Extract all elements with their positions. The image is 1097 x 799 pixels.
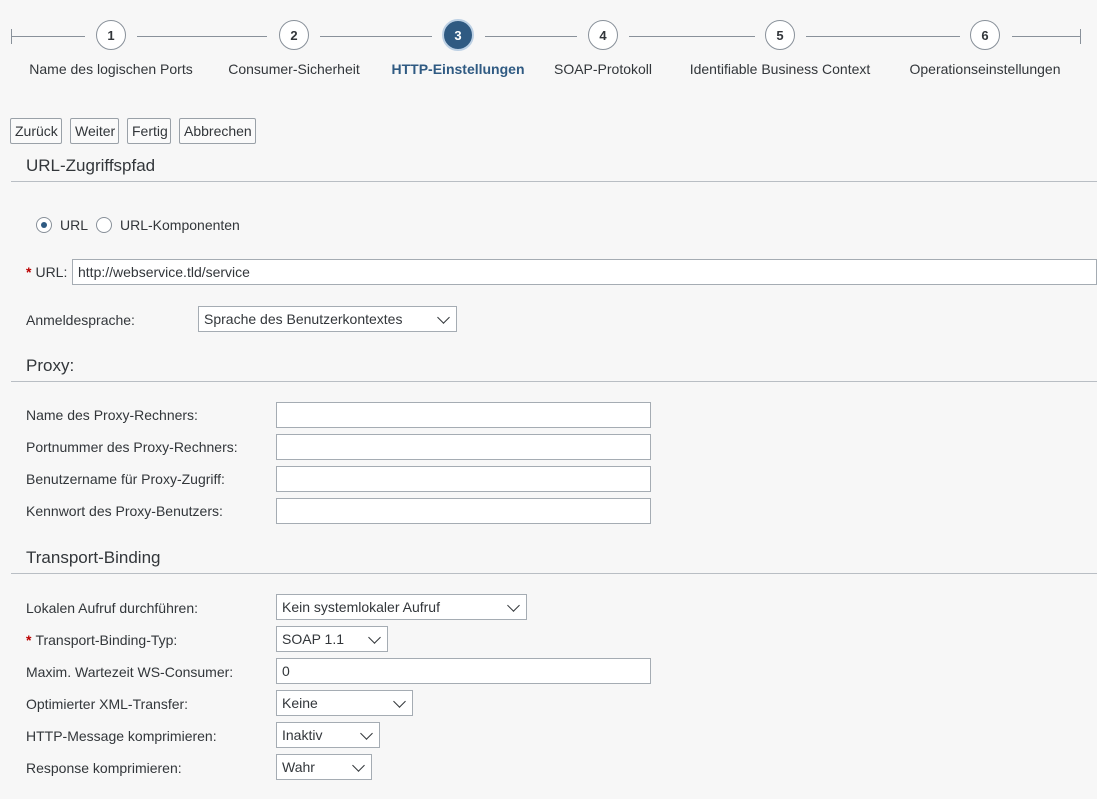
logon-language-select[interactable]: Sprache des Benutzerkontextes xyxy=(198,306,457,332)
radio-url[interactable] xyxy=(36,217,52,233)
required-marker: * xyxy=(26,264,32,280)
url-label: * URL: xyxy=(26,264,67,280)
chevron-down-icon xyxy=(368,631,381,644)
transport-section-title: Transport-Binding xyxy=(26,548,161,567)
http-compress-select[interactable]: Inaktiv xyxy=(276,722,380,748)
finish-button[interactable]: Fertig xyxy=(127,118,171,144)
chevron-down-icon xyxy=(507,599,520,612)
roadmap-step-5-label[interactable]: Identifiable Business Context xyxy=(690,61,871,77)
radio-selected-dot xyxy=(41,222,47,228)
section-divider xyxy=(11,573,1097,574)
url-section-title: URL-Zugriffspfad xyxy=(26,156,156,175)
roadmap-step-4-label[interactable]: SOAP-Protokoll xyxy=(554,61,652,77)
roadmap-step-5[interactable]: 5 xyxy=(765,20,795,50)
proxy-password-label: Kennwort des Proxy-Benutzers: xyxy=(26,503,223,519)
section-divider xyxy=(11,381,1097,382)
http-compress-value: Inaktiv xyxy=(282,727,323,743)
roadmap-step-2[interactable]: 2 xyxy=(279,20,309,50)
binding-type-select[interactable]: SOAP 1.1 xyxy=(276,626,388,652)
roadmap-step-3-label[interactable]: HTTP-Einstellungen xyxy=(392,61,525,77)
roadmap-line xyxy=(629,36,755,37)
chevron-down-icon xyxy=(360,727,373,740)
roadmap-step-1-label[interactable]: Name des logischen Ports xyxy=(29,61,192,77)
roadmap-line xyxy=(320,36,432,37)
back-button[interactable]: Zurück xyxy=(10,118,62,144)
binding-type-value: SOAP 1.1 xyxy=(282,631,345,647)
roadmap-step-2-label[interactable]: Consumer-Sicherheit xyxy=(228,61,360,77)
xml-transfer-label: Optimierter XML-Transfer: xyxy=(26,696,189,712)
binding-type-label-text: Transport-Binding-Typ: xyxy=(35,632,178,648)
response-compress-select[interactable]: Wahr xyxy=(276,754,372,780)
proxy-password-input[interactable] xyxy=(276,498,651,524)
cancel-button[interactable]: Abbrechen xyxy=(179,118,256,144)
roadmap-step-1[interactable]: 1 xyxy=(96,20,126,50)
roadmap-line xyxy=(11,36,85,37)
proxy-port-label: Portnummer des Proxy-Rechners: xyxy=(26,439,238,455)
max-wait-input[interactable]: 0 xyxy=(276,658,651,684)
local-call-select[interactable]: Kein systemlokaler Aufruf xyxy=(276,594,527,620)
roadmap-step-4[interactable]: 4 xyxy=(588,20,618,50)
chevron-down-icon xyxy=(393,695,406,708)
roadmap-line xyxy=(1012,36,1080,37)
roadmap-end-cap xyxy=(1080,29,1081,44)
roadmap-line xyxy=(137,36,267,37)
proxy-host-input[interactable] xyxy=(276,402,651,428)
radio-url-components-label[interactable]: URL-Komponenten xyxy=(120,217,240,233)
xml-transfer-select[interactable]: Keine xyxy=(276,690,413,716)
roadmap-step-6[interactable]: 6 xyxy=(970,20,1000,50)
radio-url-components[interactable] xyxy=(96,217,112,233)
proxy-section-title: Proxy: xyxy=(26,356,75,375)
required-marker: * xyxy=(26,632,32,648)
proxy-user-input[interactable] xyxy=(276,466,651,492)
xml-transfer-value: Keine xyxy=(282,695,318,711)
local-call-label: Lokalen Aufruf durchführen: xyxy=(26,600,199,616)
section-divider xyxy=(11,181,1097,182)
roadmap-step-3[interactable]: 3 xyxy=(442,19,474,51)
url-input[interactable]: http://webservice.tld/service xyxy=(72,259,1097,285)
proxy-host-label: Name des Proxy-Rechners: xyxy=(26,407,198,423)
max-wait-label: Maxim. Wartezeit WS-Consumer: xyxy=(26,664,234,680)
url-label-text: URL: xyxy=(35,264,68,280)
roadmap-step-6-label[interactable]: Operationseinstellungen xyxy=(910,61,1061,77)
chevron-down-icon xyxy=(437,311,450,324)
proxy-user-label: Benutzername für Proxy-Zugriff: xyxy=(26,471,225,487)
binding-type-label: * Transport-Binding-Typ: xyxy=(26,632,177,648)
chevron-down-icon xyxy=(352,759,365,772)
roadmap-line xyxy=(806,36,960,37)
local-call-value: Kein systemlokaler Aufruf xyxy=(282,599,440,615)
response-compress-label: Response komprimieren: xyxy=(26,760,182,776)
response-compress-value: Wahr xyxy=(282,759,315,775)
radio-url-label[interactable]: URL xyxy=(60,217,88,233)
proxy-port-input[interactable] xyxy=(276,434,651,460)
next-button[interactable]: Weiter xyxy=(70,118,119,144)
roadmap-line xyxy=(485,36,577,37)
logon-language-label: Anmeldesprache: xyxy=(26,312,135,328)
http-compress-label: HTTP-Message komprimieren: xyxy=(26,728,217,744)
logon-language-value: Sprache des Benutzerkontextes xyxy=(204,311,403,327)
